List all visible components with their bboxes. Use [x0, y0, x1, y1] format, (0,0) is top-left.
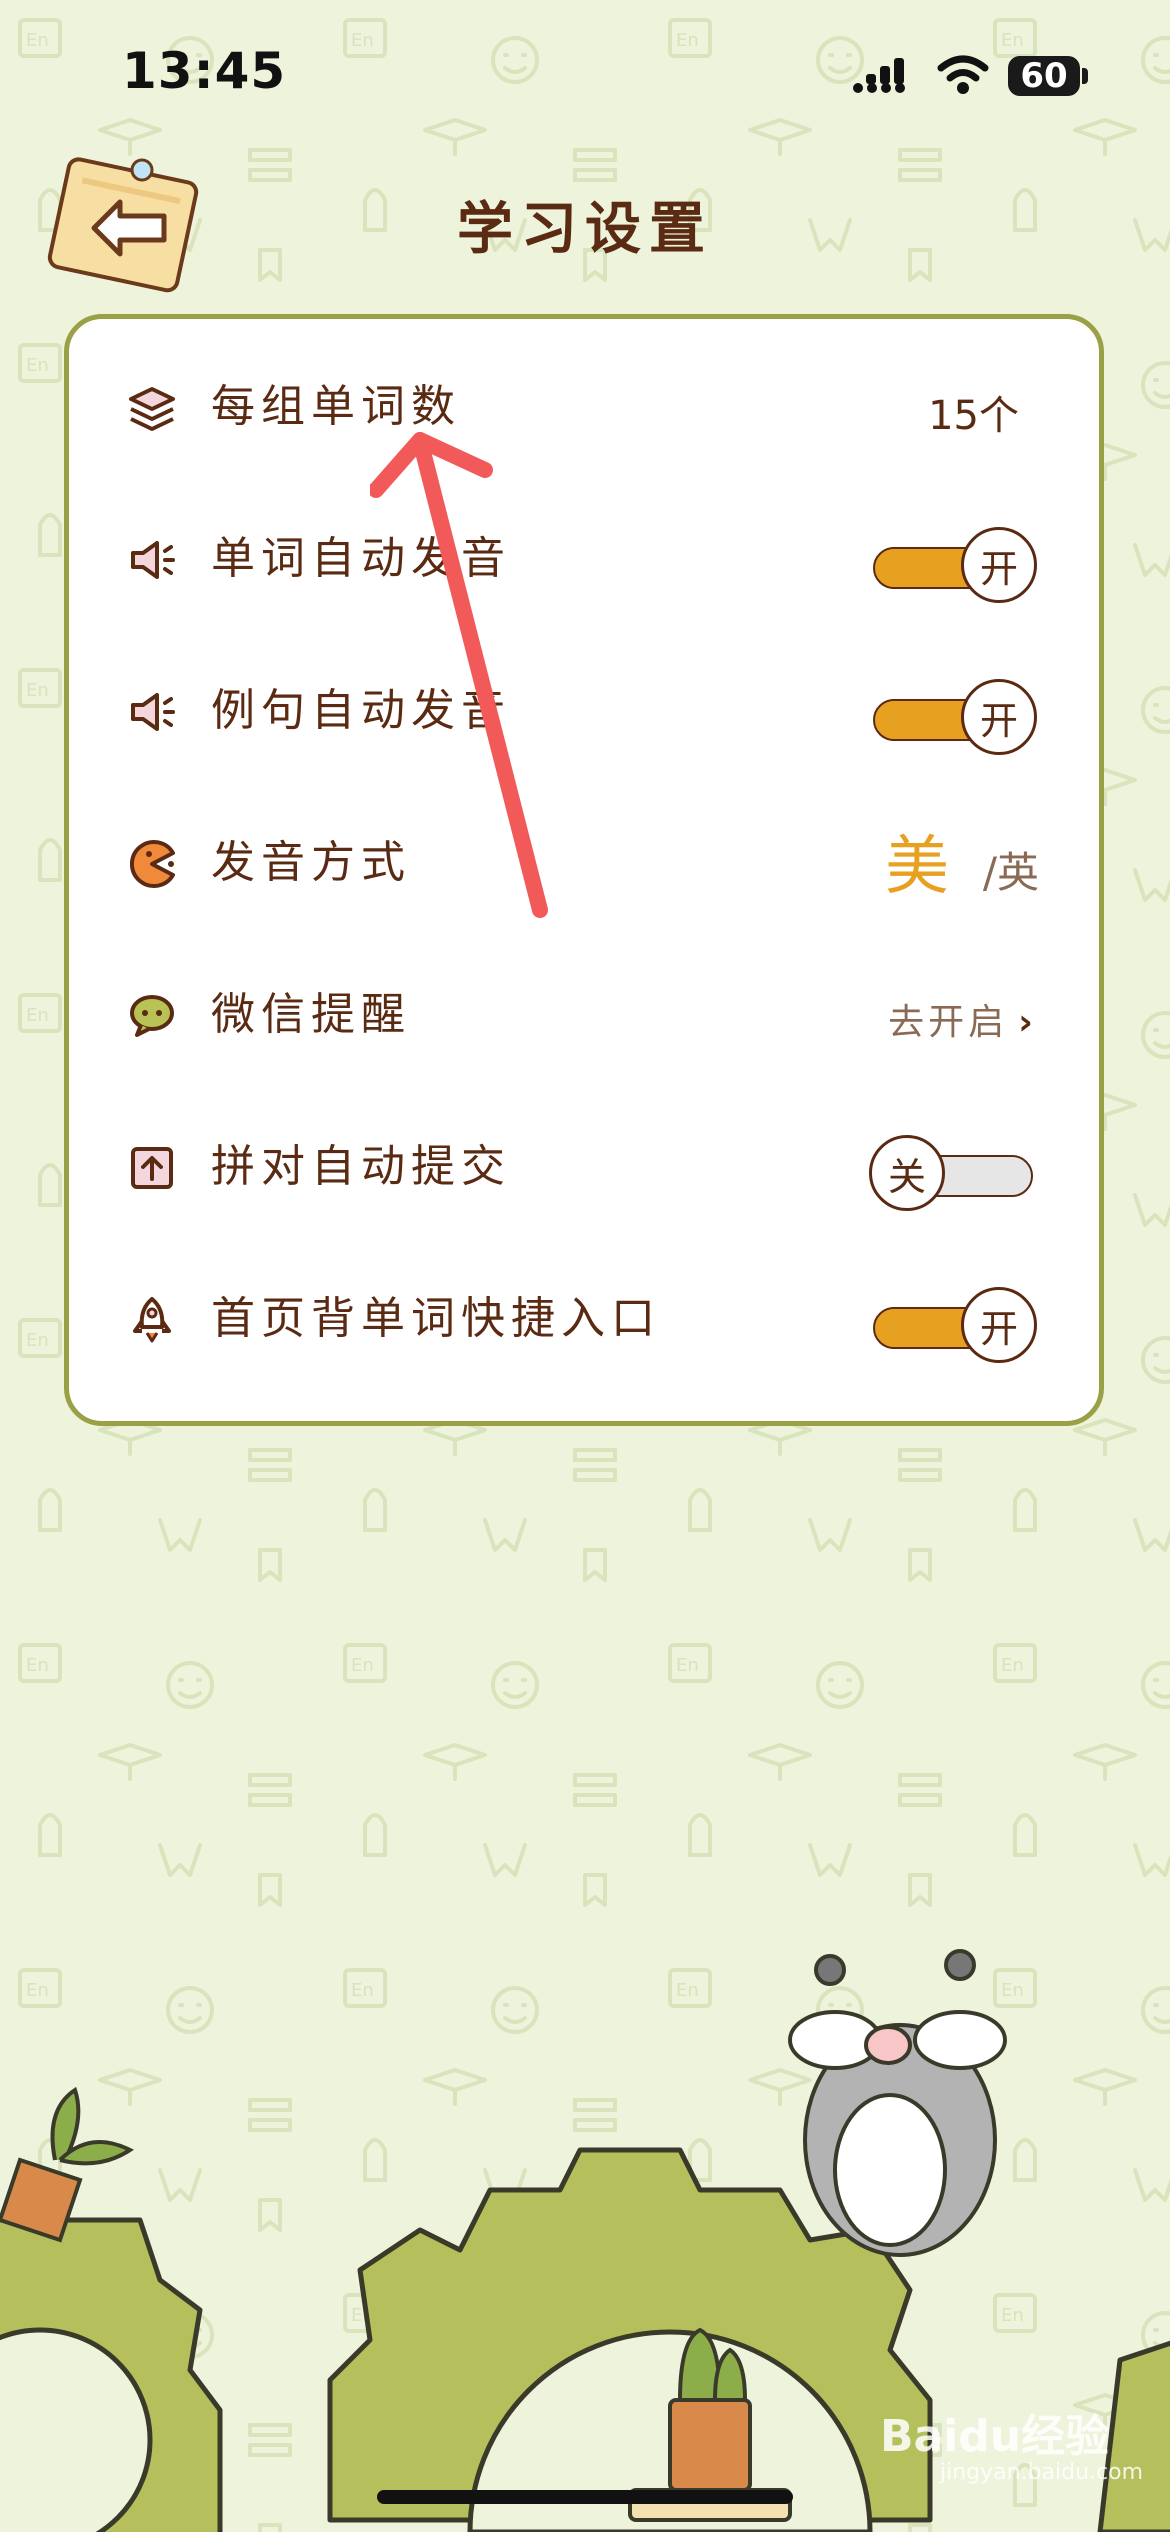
setting-home-shortcut[interactable]: 首页背单词快捷入口 开: [69, 1245, 1099, 1395]
wechat-enable-link[interactable]: 去开启 ›: [888, 993, 1037, 1045]
speaker-icon: [131, 541, 175, 579]
setting-label: 首页背单词快捷入口: [211, 1293, 661, 1344]
settings-card: 每组单词数 15个 单词自动发音 开 例句自动发音 开 发音方式 美 /英 微信…: [64, 314, 1104, 1426]
wechat-enable-text: 去开启: [888, 1002, 1009, 1043]
sentence-auto-pronounce-toggle[interactable]: 开: [873, 679, 1039, 755]
toggle-knob: 开: [961, 679, 1037, 755]
speaker-icon: [131, 693, 175, 731]
status-bar: 13:45 60: [0, 0, 1170, 150]
baidu-watermark: Baidu经验: [880, 2411, 1110, 2462]
setting-words-per-group[interactable]: 每组单词数 15个: [69, 333, 1099, 483]
setting-sentence-auto-pronounce[interactable]: 例句自动发音 开: [69, 637, 1099, 787]
rocket-icon: [133, 1297, 171, 1343]
toggle-knob: 开: [961, 527, 1037, 603]
home-indicator[interactable]: [377, 2490, 793, 2504]
wifi-icon: [937, 55, 989, 94]
setting-pronunciation[interactable]: 发音方式 美 /英: [69, 789, 1099, 939]
home-shortcut-toggle[interactable]: 开: [873, 1287, 1039, 1363]
spell-auto-submit-toggle[interactable]: 关: [869, 1135, 1039, 1211]
battery-indicator: 60: [1008, 56, 1080, 96]
pacman-icon: [129, 840, 175, 888]
annotation-arrow-icon: [370, 432, 548, 918]
wechat-icon: [130, 995, 174, 1037]
accent-option-us[interactable]: 美: [885, 815, 949, 907]
baidu-watermark-url: jingyan.baidu.com: [940, 2460, 1144, 2485]
toggle-knob: 开: [961, 1287, 1037, 1363]
page-title: 学习设置: [457, 197, 713, 262]
layers-icon: [129, 387, 175, 431]
chevron-right-icon: ›: [1018, 1002, 1037, 1043]
words-per-group-value: 15个: [928, 393, 1019, 439]
status-time: 13:45: [122, 42, 287, 100]
setting-wechat-reminder[interactable]: 微信提醒 去开启 ›: [69, 941, 1099, 1091]
setting-label: 微信提醒: [211, 989, 411, 1040]
upload-icon: [131, 1147, 173, 1189]
setting-spell-auto-submit[interactable]: 拼对自动提交 关: [69, 1093, 1099, 1243]
setting-label: 拼对自动提交: [211, 1141, 511, 1192]
setting-word-auto-pronounce[interactable]: 单词自动发音 开: [69, 485, 1099, 635]
accent-option-uk[interactable]: /英: [983, 839, 1039, 900]
word-auto-pronounce-toggle[interactable]: 开: [873, 527, 1039, 603]
cellular-signal-icon: [853, 58, 905, 93]
battery-cap: [1082, 68, 1088, 84]
toggle-knob: 关: [869, 1135, 945, 1211]
